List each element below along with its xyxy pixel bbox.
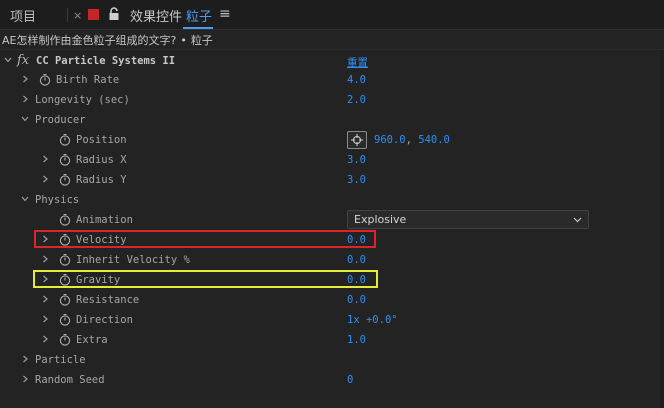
property-label: Inherit Velocity % <box>76 254 190 266</box>
tab-layer-name: 粒子 <box>186 10 213 25</box>
breadcrumb-separator: • <box>180 34 187 47</box>
chevron-right-icon[interactable] <box>21 375 29 383</box>
tab-divider <box>67 8 68 22</box>
property-value: 1x +0.0° <box>347 314 398 326</box>
breadcrumb-layer[interactable]: 粒子 <box>191 34 213 47</box>
property-value[interactable]: 1.0 <box>347 334 366 346</box>
chevron-right-icon[interactable] <box>41 335 49 343</box>
chevron-right-icon[interactable] <box>21 95 29 103</box>
stopwatch-icon[interactable] <box>59 253 71 266</box>
chevron-down-icon[interactable] <box>4 56 12 64</box>
panel-menu-icon[interactable]: ≡ <box>219 6 231 22</box>
property-value[interactable]: 3.0 <box>347 154 366 166</box>
divider <box>0 49 664 50</box>
chevron-right-icon[interactable] <box>21 75 29 83</box>
dropdown-selected-value: Explosive <box>354 213 407 226</box>
direction-revolutions[interactable]: 1x <box>347 314 360 326</box>
close-tab-button[interactable]: × <box>73 9 82 22</box>
property-value[interactable]: 4.0 <box>347 74 366 86</box>
tab-effect-controls[interactable]: 效果控件 粒子 <box>130 6 212 25</box>
chevron-down-icon[interactable] <box>21 115 29 123</box>
property-row-radius-x: Radius X 3.0 <box>0 150 664 170</box>
property-row-direction: Direction 1x +0.0° <box>0 310 664 330</box>
property-value[interactable]: 2.0 <box>347 94 366 106</box>
group-row-physics[interactable]: Physics <box>0 190 664 210</box>
stopwatch-icon[interactable] <box>59 333 71 346</box>
group-row-particle[interactable]: Particle <box>0 350 664 370</box>
lock-icon[interactable] <box>108 7 120 21</box>
chevron-right-icon[interactable] <box>41 295 49 303</box>
chevron-down-icon <box>573 217 582 223</box>
group-label: Particle <box>35 354 86 366</box>
property-value[interactable]: 3.0 <box>347 174 366 186</box>
stopwatch-icon[interactable] <box>59 173 71 186</box>
property-label: Direction <box>76 314 133 326</box>
animation-dropdown[interactable]: Explosive <box>347 210 589 229</box>
direction-degrees[interactable]: +0.0° <box>366 314 398 326</box>
red-square-icon <box>88 9 99 20</box>
property-value[interactable]: 0.0 <box>347 254 366 266</box>
chevron-right-icon[interactable] <box>41 175 49 183</box>
property-label: Animation <box>76 214 133 226</box>
group-row-producer[interactable]: Producer <box>0 110 664 130</box>
breadcrumb-composition[interactable]: AE怎样制作由金色粒子组成的文字? <box>2 34 176 47</box>
chevron-right-icon[interactable] <box>41 315 49 323</box>
stopwatch-icon[interactable] <box>59 213 71 226</box>
group-label: Physics <box>35 194 80 206</box>
stopwatch-icon[interactable] <box>59 313 71 326</box>
position-x-value[interactable]: 960.0 <box>374 134 406 146</box>
position-y-value[interactable]: 540.0 <box>418 134 450 146</box>
active-tab-underline <box>183 27 213 29</box>
property-label: Extra <box>76 334 108 346</box>
property-row-birth-rate: Birth Rate 4.0 <box>0 70 664 90</box>
property-row-resistance: Resistance 0.0 <box>0 290 664 310</box>
tab-project[interactable]: 项目 <box>10 6 36 25</box>
property-label: Resistance <box>76 294 140 306</box>
property-row-longevity: Longevity (sec) 2.0 <box>0 90 664 110</box>
property-label: Longevity (sec) <box>35 94 130 106</box>
property-label: Radius X <box>76 154 127 166</box>
reset-link[interactable]: 重置 <box>347 55 368 70</box>
position-target-button[interactable] <box>347 131 367 149</box>
tab-effect-controls-label: 效果控件 <box>130 10 183 25</box>
property-value[interactable]: 0 <box>347 374 353 386</box>
stopwatch-icon[interactable] <box>59 293 71 306</box>
chevron-right-icon[interactable] <box>41 255 49 263</box>
property-label: Birth Rate <box>56 74 120 86</box>
stopwatch-icon[interactable] <box>59 153 71 166</box>
property-value[interactable]: 0.0 <box>347 294 366 306</box>
panel-tab-bar: 项目 × 效果控件 粒子 ≡ <box>0 0 664 30</box>
position-comma: , <box>405 134 412 146</box>
property-label: Radius Y <box>76 174 127 186</box>
panel-edge <box>660 50 664 408</box>
chevron-right-icon[interactable] <box>41 155 49 163</box>
group-label: Producer <box>35 114 86 126</box>
breadcrumb: AE怎样制作由金色粒子组成的文字? • 粒子 <box>2 32 213 48</box>
property-label: Position <box>76 134 127 146</box>
chevron-right-icon[interactable] <box>21 355 29 363</box>
stopwatch-icon[interactable] <box>59 133 71 146</box>
property-row-position: Position 960.0, 540.0 <box>0 130 664 150</box>
property-row-random-seed: Random Seed 0 <box>0 370 664 390</box>
chevron-down-icon[interactable] <box>21 195 29 203</box>
fx-icon[interactable]: fx <box>17 53 29 68</box>
property-value: 960.0, 540.0 <box>374 134 450 146</box>
gravity-highlight-box <box>33 270 378 288</box>
effect-header-row[interactable]: fx CC Particle Systems II 重置 <box>0 51 664 71</box>
velocity-highlight-box <box>34 230 376 248</box>
property-row-inherit-velocity: Inherit Velocity % 0.0 <box>0 250 664 270</box>
property-row-extra: Extra 1.0 <box>0 330 664 350</box>
property-row-radius-y: Radius Y 3.0 <box>0 170 664 190</box>
effect-name: CC Particle Systems II <box>36 55 176 67</box>
stopwatch-icon[interactable] <box>39 73 51 86</box>
crosshair-icon <box>351 134 363 146</box>
property-label: Random Seed <box>35 374 105 386</box>
